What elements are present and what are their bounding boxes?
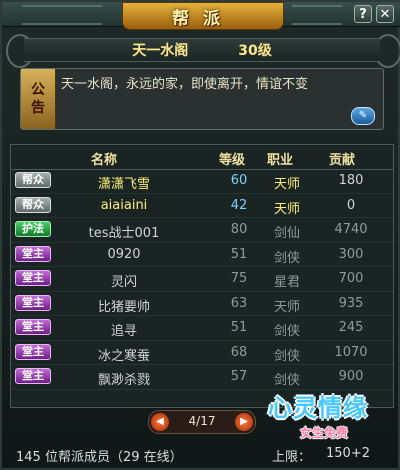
table-row[interactable]: 堂主 冰之寒蚕 68 剑侠 1070 [11,341,393,365]
header-name[interactable]: 名称 [91,149,117,168]
member-name: 0920 [107,246,141,262]
limit-label: 上限： [272,450,312,465]
member-contribution: 700 [338,271,364,286]
member-level: 75 [230,271,248,286]
rank-badge: 堂主 [15,368,51,384]
member-name: 冰之寒蚕 [97,348,150,364]
member-level: 63 [230,295,248,311]
member-contribution: 1070 [334,344,368,360]
notice-tag-line1: 公 [31,82,45,98]
member-contribution: 0 [346,197,356,213]
member-name: 比猪要帅 [97,299,150,315]
member-level: 57 [230,369,248,384]
member-contribution: 4740 [334,222,368,237]
table-row[interactable]: 帮众 潇潇飞雪 60 天师 180 [11,169,393,194]
table-row[interactable]: 堂主 0920 51 剑侠 300 [11,243,393,267]
member-name: tes战士001 [88,226,160,241]
rank-badge: 帮众 [15,196,51,213]
rank-badge: 堂主 [15,245,51,262]
member-job: 剑仙 [273,226,300,241]
member-contribution: 935 [338,295,364,311]
rank-badge: 堂主 [15,319,51,335]
member-job: 剑侠 [273,250,300,266]
page-indicator: 4/17 [188,414,216,428]
member-level: 51 [230,320,248,335]
member-name: 潇潇飞雪 [97,177,150,192]
edit-notice-button[interactable]: ✎ [351,107,375,125]
watermark-main: 心灵情缘 [268,394,368,422]
member-job: 剑侠 [273,348,300,364]
member-job: 天师 [273,299,300,315]
rank-badge: 帮众 [15,172,51,188]
guild-banner: 天一水阁 30级 [24,38,380,62]
pager: ◀ 4/17 ▶ [148,410,256,434]
table-row[interactable]: 堂主 追寻 51 剑侠 245 [11,316,393,341]
close-button[interactable]: ✕ [376,5,394,23]
member-name: aiaiaini [100,197,148,213]
limit-value: 150+2 [326,446,370,461]
member-contribution: 245 [338,320,364,335]
member-name: 灵闪 [110,275,137,290]
notice-board: 公 告 天一水阁，永远的家，即使离开，情谊不变 ✎ [20,68,384,130]
watermark-sub: 女生免费 [300,426,349,440]
member-contribution: 900 [338,369,364,384]
table-header: 名称 等级 职业 贡献 [11,145,393,170]
table-row[interactable]: 帮众 aiaiaini 42 天师 0 [11,194,393,218]
table-row[interactable]: 堂主 灵闪 75 星君 700 [11,267,393,292]
member-table: 名称 等级 职业 贡献 帮众 潇潇飞雪 60 天师 180 帮众 aiaiaini 42 天师 0… [10,144,394,408]
table-row[interactable]: 护法 tes战士001 80 剑仙 4740 [11,218,393,243]
header-job[interactable]: 职业 [267,149,293,168]
rank-badge: 堂主 [15,270,51,286]
guild-window: 帮派 ? ✕ 天一水阁 30级 公 告 天一水阁，永远的家，即使离开，情谊不变 … [0,0,400,470]
member-level: 80 [230,222,248,237]
member-rows: 帮众 潇潇飞雪 60 天师 180 帮众 aiaiaini 42 天师 0 护法 tes战士001 80… [11,169,393,390]
member-job: 天师 [273,201,300,217]
member-job: 剑侠 [273,324,300,339]
rank-badge: 护法 [15,221,51,237]
member-name: 飘渺杀戮 [97,373,150,388]
member-level: 42 [230,197,248,213]
member-name: 追寻 [110,324,137,339]
edit-icon: ✎ [358,110,368,121]
member-count: 145 位帮派成员（29 在线） [16,450,183,465]
footer: 145 位帮派成员（29 在线） 上限： 150+2 [10,444,392,466]
help-button[interactable]: ? [354,5,372,23]
title-bar[interactable]: 帮派 ? ✕ [2,2,400,30]
member-level: 51 [230,246,248,262]
member-contribution: 180 [338,173,364,188]
notice-tag-line2: 告 [31,100,45,116]
window-title: 帮派 [122,2,284,30]
member-job: 星君 [273,275,300,290]
member-contribution: 300 [338,246,364,262]
header-level[interactable]: 等级 [219,149,245,168]
header-contribution[interactable]: 贡献 [329,149,355,168]
member-job: 天师 [273,177,300,192]
guild-level: 30级 [238,43,272,59]
member-level: 60 [230,173,248,188]
title-ornament-left [22,5,102,25]
rank-badge: 堂主 [15,294,51,311]
rank-badge: 堂主 [15,343,51,360]
next-arrow-icon[interactable]: ▶ [235,413,253,431]
watermark-logo: 心灵情缘 女生免费 [264,384,394,446]
guild-name: 天一水阁 [132,43,189,59]
title-ornament-right [292,5,342,25]
prev-arrow-icon[interactable]: ◀ [151,413,169,431]
notice-tag: 公 告 [21,69,56,129]
notice-text: 天一水阁，永远的家，即使离开，情谊不变 [61,77,309,92]
member-level: 68 [230,344,248,360]
table-row[interactable]: 堂主 比猪要帅 63 天师 935 [11,292,393,316]
